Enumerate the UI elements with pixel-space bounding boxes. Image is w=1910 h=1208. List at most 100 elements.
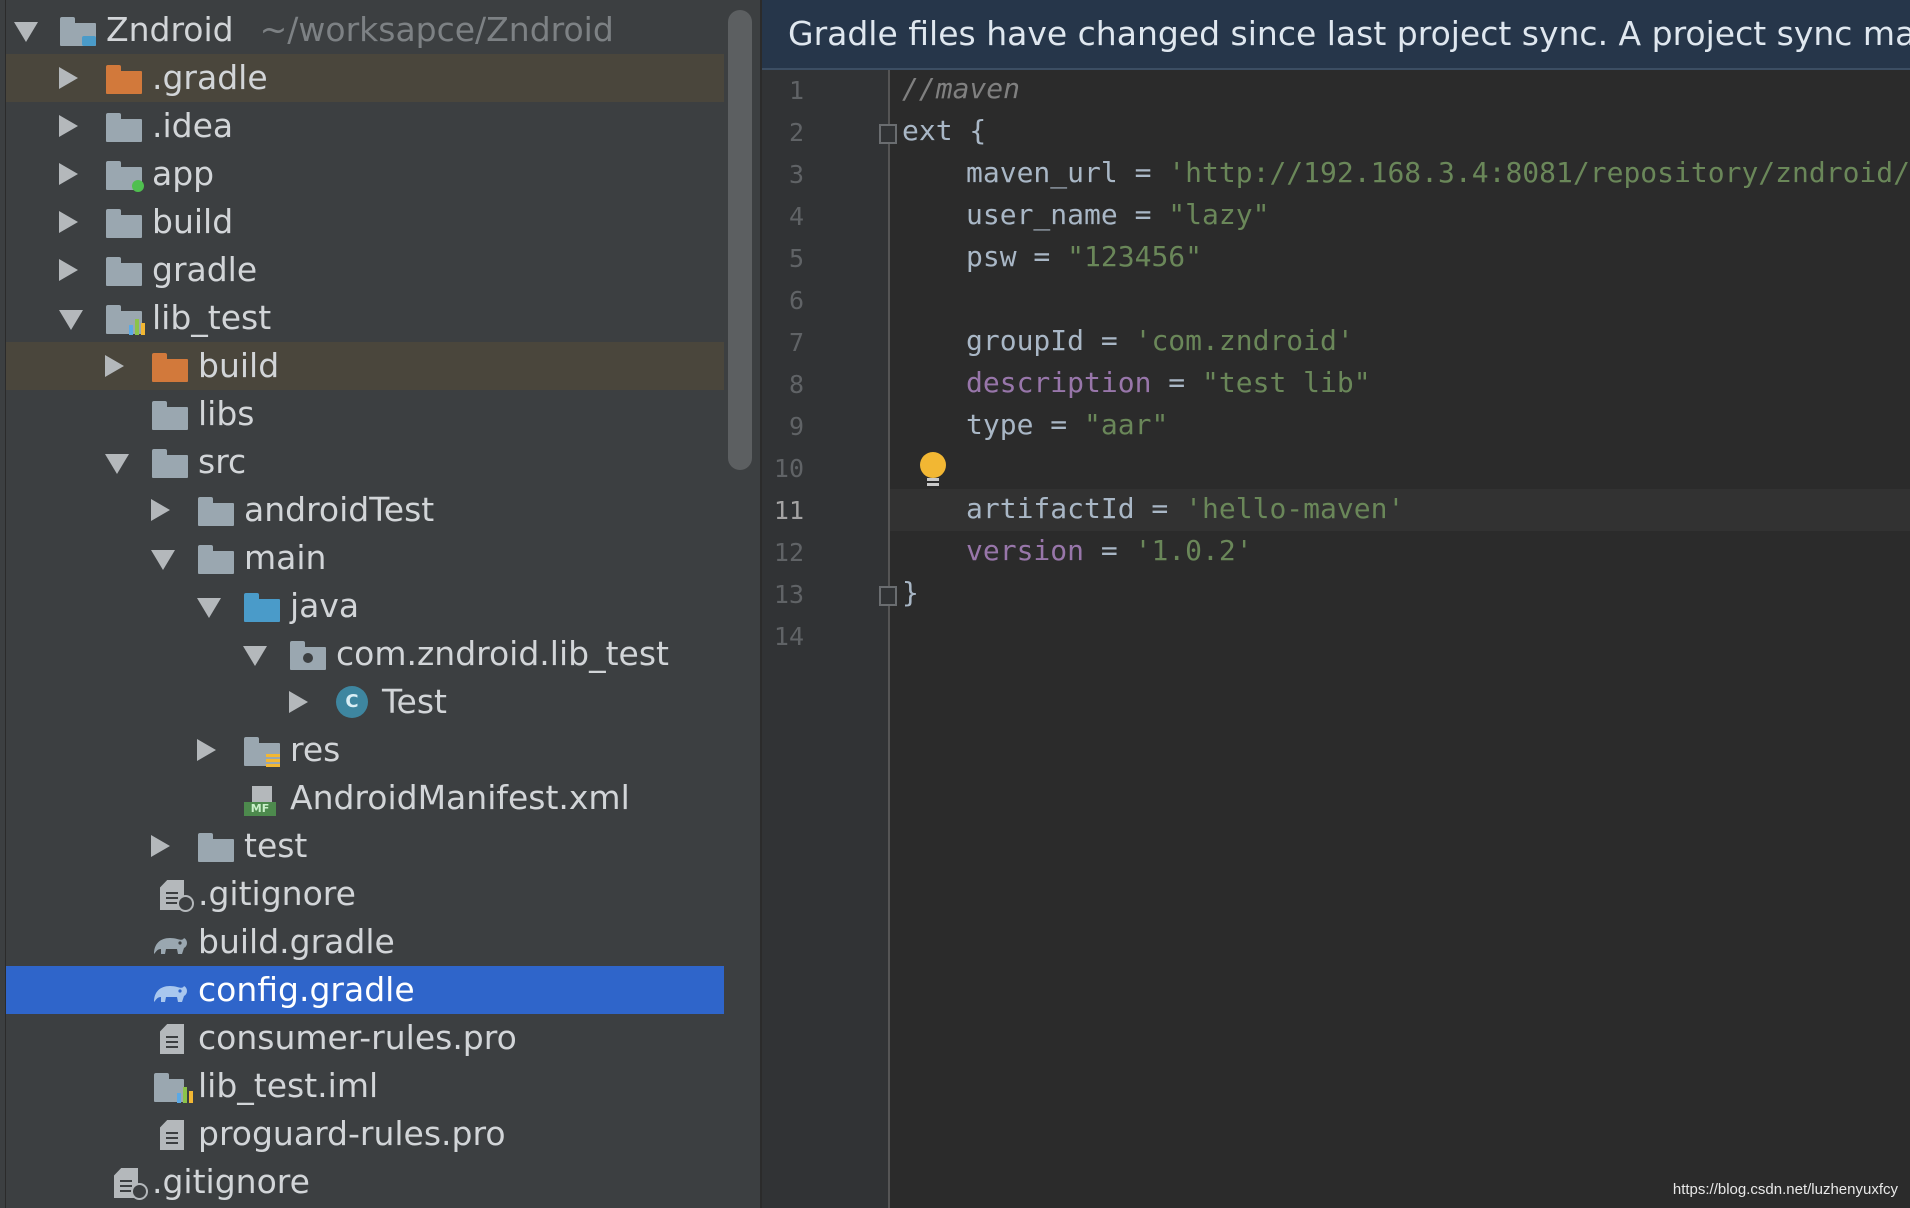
excluded-folder-icon [152, 352, 188, 382]
tree-item-config-gradle[interactable]: config.gradle [6, 966, 724, 1014]
gutter-divider [888, 70, 890, 1208]
tree-item-label: main [244, 538, 327, 577]
tree-item-label: libs [198, 394, 255, 433]
tree-root-zndroid[interactable]: Zndroid ~/worksapce/Zndroid [6, 6, 724, 54]
code-line-3[interactable]: maven_url = 'http://192.168.3.4:8081/rep… [966, 156, 1910, 189]
folder-icon [106, 112, 142, 142]
code-line-5[interactable]: psw = "123456" [966, 240, 1202, 273]
tree-item-label: .idea [152, 106, 234, 145]
tree-item-label: src [198, 442, 247, 481]
tree-item-root-gitignore[interactable]: .gitignore [6, 1158, 724, 1206]
tree-item-consumer-rules[interactable]: consumer-rules.pro [6, 1014, 724, 1062]
code-line-1[interactable]: //maven [902, 72, 1020, 105]
code-line-9[interactable]: type = "aar" [966, 408, 1168, 441]
folder-icon [198, 496, 234, 526]
expand-arrow-icon[interactable] [59, 259, 78, 281]
line-number: 9 [788, 412, 804, 441]
tree-item-test-folder[interactable]: test [6, 822, 724, 870]
expand-arrow-icon[interactable] [59, 211, 78, 233]
collapse-arrow-icon[interactable] [197, 598, 221, 618]
tree-item-label: AndroidManifest.xml [290, 778, 630, 817]
line-number-current: 11 [773, 496, 804, 525]
tree-item-main[interactable]: main [6, 534, 724, 582]
tree-item-src[interactable]: src [6, 438, 724, 486]
tree-item-label: app [152, 154, 215, 193]
tree-item-idea[interactable]: .idea [6, 102, 724, 150]
tree-item-label: res [290, 730, 341, 769]
tree-item-build-gradle[interactable]: build.gradle [6, 918, 724, 966]
tree-item-res[interactable]: res [6, 726, 724, 774]
folder-icon [106, 208, 142, 238]
notification-text: Gradle files have changed since last pro… [788, 14, 1910, 53]
module-folder-icon [60, 16, 96, 46]
collapse-arrow-icon[interactable] [151, 550, 175, 570]
tree-item-label: .gitignore [152, 1162, 310, 1201]
expand-arrow-icon[interactable] [289, 691, 308, 713]
folder-icon [106, 256, 142, 286]
tree-item-android-test[interactable]: androidTest [6, 486, 724, 534]
ignore-file-icon [110, 1168, 148, 1200]
tree-item-package[interactable]: com.zndroid.lib_test [6, 630, 724, 678]
tree-item-label: build [198, 346, 280, 385]
tree-item-iml[interactable]: lib_test.iml [6, 1062, 724, 1110]
expand-arrow-icon[interactable] [14, 22, 38, 42]
collapse-arrow-icon[interactable] [105, 454, 129, 474]
tree-item-label: java [290, 586, 360, 625]
tree-item-label: lib_test.iml [198, 1066, 379, 1105]
tree-scrollbar[interactable] [728, 10, 752, 470]
tree-item-label: config.gradle [198, 970, 415, 1009]
module-file-icon [154, 1072, 193, 1103]
line-number: 12 [773, 538, 804, 567]
tree-item-manifest[interactable]: MF AndroidManifest.xml [6, 774, 724, 822]
tree-item-label: lib_test [152, 298, 272, 337]
fold-open-icon[interactable] [879, 124, 897, 144]
tree-item-label: .gradle [152, 58, 268, 97]
tree-item-dot-gradle[interactable]: .gradle [6, 54, 724, 102]
tree-item-label: build [152, 202, 234, 241]
text-file-icon [156, 1120, 192, 1150]
tree-item-proguard-rules[interactable]: proguard-rules.pro [6, 1110, 724, 1158]
tree-item-app[interactable]: app [6, 150, 724, 198]
code-line-8[interactable]: description = "test lib" [966, 366, 1371, 399]
folder-icon [198, 832, 234, 862]
tree-item-java[interactable]: java [6, 582, 724, 630]
code-line-7[interactable]: groupId = 'com.zndroid' [966, 324, 1354, 357]
tree-item-libs[interactable]: libs [6, 390, 724, 438]
excluded-folder-icon [106, 64, 142, 94]
code-editor: Gradle files have changed since last pro… [762, 0, 1910, 1208]
collapse-arrow-icon[interactable] [243, 646, 267, 666]
code-line-2[interactable]: ext { [902, 114, 986, 147]
expand-arrow-icon[interactable] [197, 739, 216, 761]
tree-item-label: androidTest [244, 490, 435, 529]
tree-item-lib-build[interactable]: build [6, 342, 724, 390]
expand-arrow-icon[interactable] [151, 835, 170, 857]
manifest-file-icon: MF [244, 784, 280, 816]
code-line-11[interactable]: artifactId = 'hello-maven' [966, 492, 1404, 525]
expand-arrow-icon[interactable] [59, 163, 78, 185]
expand-arrow-icon[interactable] [59, 67, 78, 89]
line-number: 3 [788, 160, 804, 189]
code-line-4[interactable]: user_name = "lazy" [966, 198, 1269, 231]
line-number: 8 [788, 370, 804, 399]
gradle-sync-notification[interactable]: Gradle files have changed since last pro… [762, 0, 1910, 70]
lightbulb-icon[interactable] [920, 452, 946, 488]
tree-item-gitignore[interactable]: .gitignore [6, 870, 724, 918]
tree-item-label: Test [382, 682, 447, 721]
tree-item-build[interactable]: build [6, 198, 724, 246]
tree-item-label: build.gradle [198, 922, 395, 961]
expand-arrow-icon[interactable] [59, 115, 78, 137]
expand-arrow-icon[interactable] [151, 499, 170, 521]
expand-arrow-icon[interactable] [105, 355, 124, 377]
tree-item-gradle[interactable]: gradle [6, 246, 724, 294]
code-line-12[interactable]: version = '1.0.2' [966, 534, 1253, 567]
collapse-arrow-icon[interactable] [59, 310, 83, 330]
tree-item-lib-test[interactable]: lib_test [6, 294, 724, 342]
folder-icon [198, 544, 234, 574]
project-tree-panel: Zndroid ~/worksapce/Zndroid .gradle .idea… [0, 0, 760, 1208]
line-number: 14 [773, 622, 804, 651]
line-number: 2 [788, 118, 804, 147]
watermark: https://blog.csdn.net/luzhenyuxfcy [1672, 1181, 1898, 1198]
code-line-13[interactable]: } [902, 576, 919, 609]
tree-item-test-class[interactable]: C Test [6, 678, 724, 726]
fold-close-icon[interactable] [879, 586, 897, 606]
